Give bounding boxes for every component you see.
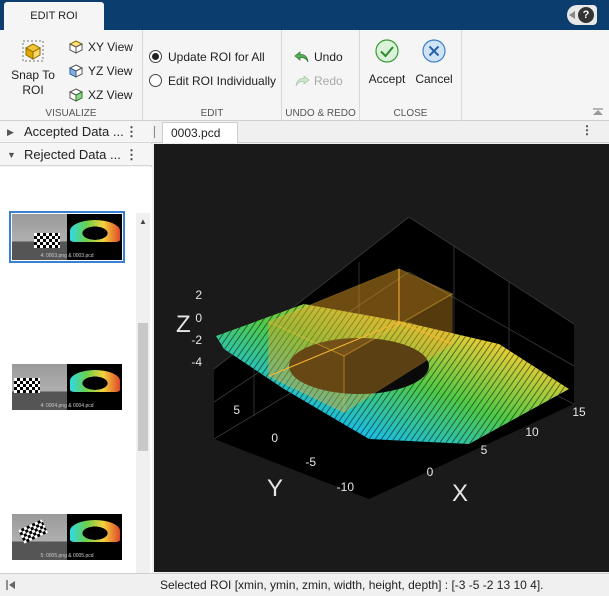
- snap-to-roi-icon: [22, 40, 44, 62]
- accept-label: Accept: [368, 72, 406, 86]
- point-cloud-axes[interactable]: 2 0 -2 -4 Z 5 0 -5 -10 Y 0 5 10 15 X: [154, 144, 609, 572]
- edit-roi-individually-radio[interactable]: Edit ROI Individually: [149, 70, 276, 90]
- tab-edit-roi[interactable]: EDIT ROI: [4, 2, 104, 30]
- section-label-undo-redo: UNDO & REDO: [285, 108, 356, 119]
- x-tick-label: 10: [525, 425, 539, 439]
- redo-icon: [295, 74, 310, 86]
- z-tick-label: -4: [191, 355, 202, 369]
- cancel-button[interactable]: Cancel: [412, 38, 456, 87]
- dock-panel-icon[interactable]: [6, 580, 16, 590]
- section-label-close: CLOSE: [393, 108, 428, 119]
- xz-view-icon: [68, 88, 84, 102]
- help-button[interactable]: ?: [567, 5, 597, 25]
- z-tick-label: -2: [191, 333, 202, 347]
- status-text: Selected ROI [xmin, ymin, zmin, width, h…: [160, 578, 544, 592]
- point-cloud-plot[interactable]: 2 0 -2 -4 Z 5 0 -5 -10 Y 0 5 10 15 X: [154, 144, 609, 572]
- toolstrip-tab-bar: EDIT ROI ?: [0, 0, 609, 30]
- thumbnail-caption: 4: 0003.png & 0003.pcd: [40, 253, 94, 259]
- undo-icon: [294, 50, 309, 62]
- x-tick-label: 5: [481, 443, 488, 457]
- edit-individually-label: Edit ROI Individually: [168, 73, 277, 88]
- z-axis-ticks: 2 0 -2 -4: [191, 288, 202, 369]
- data-browser-panel: ▶ Accepted Data ... ⋮ ▼ Rejected Data ..…: [0, 121, 152, 596]
- section-close: Accept Cancel CLOSE: [360, 30, 462, 121]
- list-item-thumbnail[interactable]: 4: 0003.png & 0003.pcd: [9, 211, 125, 263]
- list-item-thumbnail[interactable]: 5: 0005.png & 0005.pcd: [12, 514, 122, 560]
- cancel-icon: [422, 39, 446, 63]
- y-tick-label: -5: [305, 455, 316, 469]
- accept-icon: [375, 39, 399, 63]
- document-tab-bar: 0003.pcd ⋮: [152, 121, 609, 143]
- help-icon: ?: [578, 7, 594, 23]
- section-edit: Update ROI for All Edit ROI Individually…: [143, 30, 282, 121]
- radio-selected-icon: [149, 50, 162, 64]
- snap-label-2: ROI: [22, 83, 44, 97]
- xy-view-icon: [68, 40, 84, 54]
- collapse-arrow-icon: [569, 11, 575, 19]
- update-roi-for-all-radio[interactable]: Update ROI for All: [149, 46, 265, 66]
- y-axis-label: Y: [267, 475, 283, 502]
- yz-view-button[interactable]: YZ View: [68, 60, 132, 80]
- x-axis-label: X: [452, 480, 468, 507]
- snap-to-roi-button[interactable]: Snap To ROI: [6, 38, 60, 98]
- section-undo-redo: Undo Redo UNDO & REDO: [282, 30, 360, 121]
- undo-button[interactable]: Undo: [294, 46, 343, 66]
- x-tick-label: 0: [427, 465, 434, 479]
- scrollbar-thumb[interactable]: [138, 323, 148, 451]
- grip-icon: [154, 126, 155, 138]
- snap-label-1: Snap To: [11, 68, 55, 82]
- document-options-icon[interactable]: ⋮: [581, 123, 593, 137]
- z-tick-label: 0: [195, 311, 202, 325]
- y-tick-label: -10: [337, 480, 355, 494]
- list-scrollbar[interactable]: ▲ ▼: [136, 213, 150, 596]
- y-tick-label: 5: [233, 403, 240, 417]
- update-all-label: Update ROI for All: [168, 49, 265, 64]
- xz-view-label: XZ View: [88, 87, 133, 102]
- accepted-data-label: Accepted Data ...: [24, 124, 124, 139]
- yz-view-icon: [68, 64, 84, 78]
- cancel-label: Cancel: [415, 72, 453, 86]
- y-tick-label: 0: [271, 431, 278, 445]
- xy-view-button[interactable]: XY View: [68, 36, 133, 56]
- rejected-options-icon[interactable]: ⋮: [125, 144, 138, 166]
- radio-unselected-icon: [149, 74, 162, 88]
- thumbnail-caption: 5: 0005.png & 0005.pcd: [40, 553, 94, 559]
- z-axis-label: Z: [176, 311, 191, 338]
- toolstrip: Snap To ROI XY View YZ View XZ View VISU…: [0, 30, 609, 121]
- rejected-data-list: 4: 0003.png & 0003.pcd 4: 0004.png & 000…: [0, 167, 152, 596]
- accept-button[interactable]: Accept: [366, 38, 408, 87]
- section-visualize: Snap To ROI XY View YZ View XZ View VISU…: [0, 30, 143, 121]
- yz-view-label: YZ View: [88, 63, 133, 78]
- undo-label: Undo: [314, 49, 343, 64]
- status-bar: Selected ROI [xmin, ymin, zmin, width, h…: [0, 573, 609, 596]
- collapse-toolstrip-icon[interactable]: [593, 108, 603, 116]
- rejected-data-header[interactable]: ▼ Rejected Data ... ⋮: [0, 144, 152, 166]
- tab-0003-pcd[interactable]: 0003.pcd: [162, 122, 238, 143]
- accepted-data-header[interactable]: ▶ Accepted Data ... ⋮: [0, 121, 152, 143]
- scroll-up-icon[interactable]: ▲: [139, 217, 147, 226]
- z-tick-label: 2: [195, 288, 202, 302]
- thumbnail-caption: 4: 0004.png & 0004.pcd: [40, 403, 94, 409]
- expand-arrow-icon: ▶: [7, 127, 14, 137]
- section-label-edit: EDIT: [200, 108, 224, 119]
- redo-button[interactable]: Redo: [294, 70, 343, 90]
- x-tick-label: 15: [572, 405, 586, 419]
- xy-view-label: XY View: [88, 39, 133, 54]
- rejected-data-label: Rejected Data ...: [24, 147, 121, 162]
- redo-label: Redo: [314, 73, 343, 88]
- xz-view-button[interactable]: XZ View: [68, 84, 132, 104]
- list-item-thumbnail[interactable]: 4: 0004.png & 0004.pcd: [12, 364, 122, 410]
- section-label-visualize: VISUALIZE: [45, 108, 97, 119]
- collapse-arrow-icon: ▼: [7, 150, 16, 160]
- accepted-options-icon[interactable]: ⋮: [125, 121, 138, 143]
